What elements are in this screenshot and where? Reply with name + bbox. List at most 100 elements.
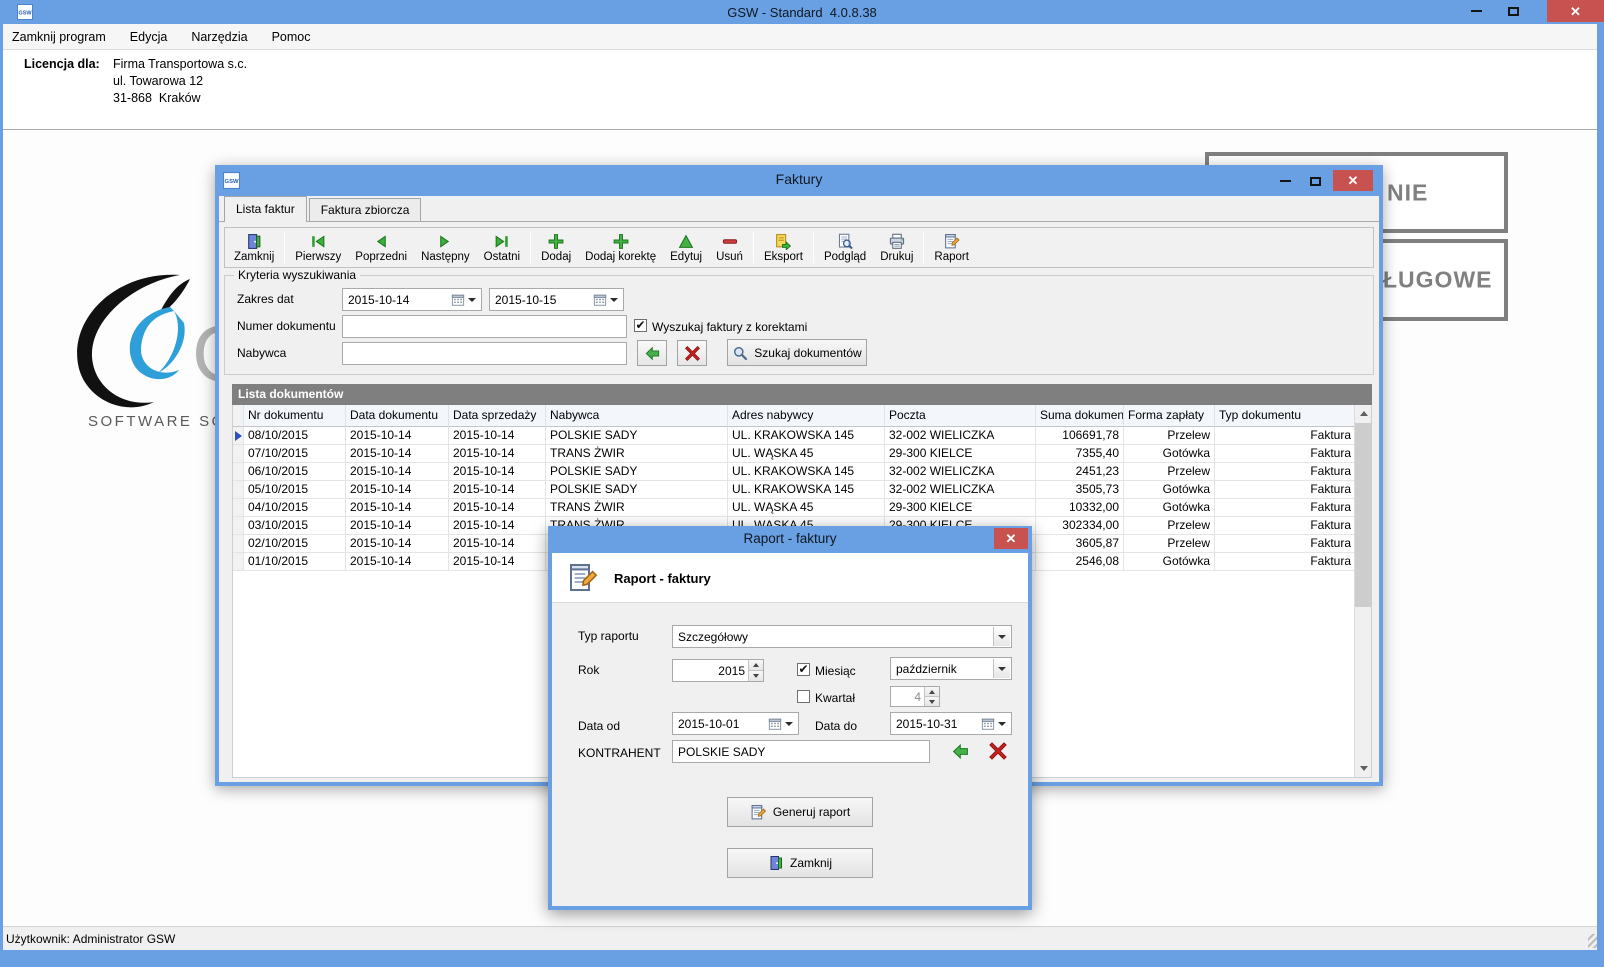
- close-dialog-label: Zamknij: [790, 856, 832, 870]
- menu-item[interactable]: Narzędzia: [179, 24, 259, 50]
- table-cell: 03/10/2015: [244, 517, 346, 535]
- menu-item[interactable]: Zamknij program: [0, 24, 118, 50]
- statusbar: Użytkownik: Administrator GSW: [0, 926, 1604, 950]
- tab-lista-faktur[interactable]: Lista faktur: [224, 196, 307, 222]
- column-header[interactable]: Adres nabywcy: [728, 405, 885, 427]
- close-button[interactable]: ✕: [994, 528, 1028, 549]
- toolbar-button[interactable]: Drukuj: [873, 229, 920, 266]
- toolbar-button[interactable]: Ostatni: [477, 229, 527, 266]
- column-header[interactable]: Typ dokumentu: [1215, 405, 1356, 427]
- doc-number-input[interactable]: [342, 315, 627, 338]
- chevron-down-icon[interactable]: [468, 298, 476, 302]
- search-documents-button[interactable]: Szukaj dokumentów: [727, 339, 867, 366]
- table-row[interactable]: 04/10/20152015-10-142015-10-14TRANS ŻWIR…: [233, 499, 1371, 517]
- table-cell: 3605,87: [1036, 535, 1124, 553]
- maximize-button[interactable]: [1498, 0, 1528, 22]
- column-header[interactable]: Suma dokumentu: [1036, 405, 1124, 427]
- column-header[interactable]: Data dokumentu: [346, 405, 449, 427]
- quarter-stepper[interactable]: 4: [890, 686, 940, 707]
- menu-item[interactable]: Edycja: [118, 24, 180, 50]
- stepper-buttons[interactable]: [924, 687, 939, 706]
- minimize-button[interactable]: [1272, 170, 1298, 192]
- close-button[interactable]: ✕: [1547, 0, 1604, 22]
- buyer-input[interactable]: [342, 342, 627, 365]
- table-cell: 7355,40: [1036, 445, 1124, 463]
- chevron-down-icon[interactable]: [610, 298, 618, 302]
- toolbar-button[interactable]: Dodaj: [534, 229, 578, 266]
- row-gutter: [233, 427, 244, 445]
- column-header[interactable]: Forma zapłaty: [1124, 405, 1215, 427]
- report-header-title: Raport - faktury: [614, 571, 711, 586]
- chevron-down-icon[interactable]: [998, 722, 1006, 726]
- close-icon: ✕: [1006, 532, 1017, 545]
- green-arrow-left-icon[interactable]: [950, 742, 971, 761]
- invoices-titlebar[interactable]: GSW Faktury ✕: [215, 165, 1383, 196]
- close-dialog-button[interactable]: Zamknij: [727, 848, 873, 878]
- generate-report-button[interactable]: Generuj raport: [727, 797, 873, 827]
- chevron-down-icon[interactable]: [785, 722, 793, 726]
- main-menubar: Zamknij programEdycjaNarzędziaPomoc: [0, 24, 1604, 50]
- toolbar-button[interactable]: Zamknij: [227, 229, 281, 266]
- red-x-icon[interactable]: [988, 741, 1008, 761]
- report-dialog-titlebar[interactable]: Raport - faktury ✕: [548, 526, 1032, 553]
- column-header[interactable]: Data sprzedaży: [449, 405, 546, 427]
- column-header[interactable]: Poczta: [885, 405, 1036, 427]
- toolbar-button[interactable]: Eksport: [757, 229, 810, 266]
- date-to-picker[interactable]: 2015-10-31: [890, 712, 1012, 735]
- table-row[interactable]: 05/10/20152015-10-142015-10-14POLSKIE SA…: [233, 481, 1371, 499]
- row-gutter: [233, 445, 244, 463]
- month-select[interactable]: październik: [890, 657, 1012, 680]
- search-criteria-group: Kryteria wyszukiwania Zakres dat 2015-10…: [224, 275, 1374, 375]
- table-cell: 2015-10-14: [449, 463, 546, 481]
- scroll-down-icon[interactable]: [1355, 760, 1372, 777]
- toolbar-separator: [813, 232, 814, 263]
- preview-icon: [836, 233, 854, 250]
- table-cell: 2015-10-14: [346, 427, 449, 445]
- restore-filter-button[interactable]: [637, 340, 667, 366]
- clear-filter-button[interactable]: [677, 340, 707, 366]
- date-to-picker[interactable]: 2015-10-15: [489, 288, 624, 311]
- scrollbar-thumb[interactable]: [1355, 423, 1372, 607]
- toolbar-button[interactable]: Usuń: [709, 229, 750, 266]
- minimize-button[interactable]: [1461, 0, 1491, 22]
- close-button[interactable]: ✕: [1333, 170, 1373, 191]
- table-row[interactable]: 07/10/20152015-10-142015-10-14TRANS ŻWIR…: [233, 445, 1371, 463]
- chevron-down-icon[interactable]: [993, 627, 1010, 646]
- quarter-checkbox[interactable]: [797, 690, 810, 703]
- toolbar-button[interactable]: Następny: [414, 229, 477, 266]
- main-titlebar: GSW GSW - Standard 4.0.8.38 ✕: [0, 0, 1604, 24]
- date-from-picker[interactable]: 2015-10-01: [672, 712, 799, 735]
- toolbar-button[interactable]: Pierwszy: [288, 229, 348, 266]
- table-cell: Gotówka: [1124, 481, 1215, 499]
- menu-item[interactable]: Pomoc: [260, 24, 323, 50]
- stepper-buttons[interactable]: [748, 660, 763, 681]
- month-checkbox[interactable]: [797, 663, 810, 676]
- column-header[interactable]: Nr dokumentu: [244, 405, 346, 427]
- toolbar-button[interactable]: Dodaj korektę: [578, 229, 663, 266]
- date-from-label: Data od: [578, 719, 620, 733]
- column-header[interactable]: Nabywca: [546, 405, 728, 427]
- print-icon: [888, 233, 906, 250]
- date-from-picker[interactable]: 2015-10-14: [342, 288, 482, 311]
- chevron-down-icon[interactable]: [993, 659, 1010, 678]
- toolbar-button[interactable]: Edytuj: [663, 229, 709, 266]
- contractor-label: KONTRAHENT: [578, 746, 661, 760]
- year-stepper[interactable]: 2015: [672, 659, 764, 682]
- toolbar-button[interactable]: Poprzedni: [348, 229, 414, 266]
- contractor-input[interactable]: [672, 740, 930, 763]
- calendar-icon: [768, 717, 782, 731]
- report-type-select[interactable]: Szczegółowy: [672, 625, 1012, 648]
- toolbar-button[interactable]: Podgląd: [817, 229, 873, 266]
- table-row[interactable]: 06/10/20152015-10-142015-10-14POLSKIE SA…: [233, 463, 1371, 481]
- table-row[interactable]: 08/10/20152015-10-142015-10-14POLSKIE SA…: [233, 427, 1371, 445]
- with-corrections-checkbox[interactable]: [634, 319, 647, 332]
- tab-faktura-zbiorcza[interactable]: Faktura zbiorcza: [309, 198, 422, 221]
- maximize-button[interactable]: [1302, 170, 1328, 192]
- vertical-scrollbar[interactable]: [1354, 405, 1371, 777]
- month-value: październik: [896, 658, 957, 679]
- table-cell: 2015-10-14: [449, 427, 546, 445]
- door-icon: [245, 233, 263, 250]
- row-gutter: [233, 463, 244, 481]
- toolbar-button[interactable]: Raport: [927, 229, 976, 266]
- scroll-up-icon[interactable]: [1355, 405, 1372, 422]
